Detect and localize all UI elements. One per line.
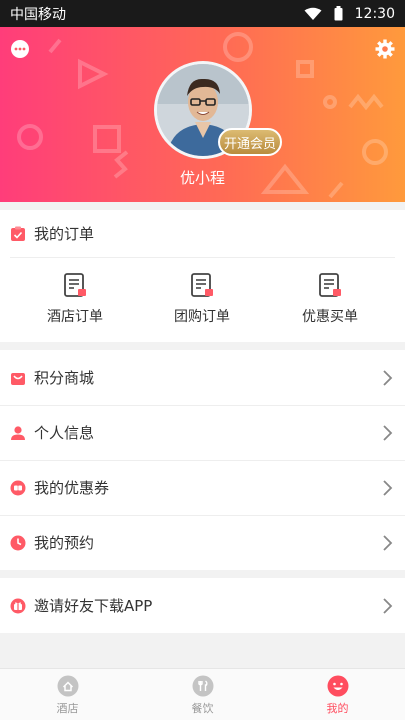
hotel-order-icon bbox=[64, 273, 86, 297]
invite-section: 邀请好友下载APP bbox=[0, 578, 405, 633]
my-orders-title: 我的订单 bbox=[34, 225, 95, 243]
tab-hotel[interactable]: 酒店 bbox=[0, 669, 135, 720]
username: 优小程 bbox=[179, 169, 225, 187]
hotel-tab-icon bbox=[57, 675, 78, 697]
chevron-right-icon bbox=[383, 424, 393, 441]
menu-item-invite-friends[interactable]: 邀请好友下载APP bbox=[0, 578, 405, 633]
menu-item-label: 个人信息 bbox=[34, 424, 95, 442]
menu-list: 积分商城 个人信息 我的优惠券 我的预约 bbox=[0, 350, 405, 570]
discount-pay-icon bbox=[319, 273, 341, 297]
vip-membership-button[interactable]: 开通会员 bbox=[218, 128, 282, 156]
settings-gear-icon[interactable] bbox=[375, 39, 395, 59]
chevron-right-icon bbox=[383, 534, 393, 551]
menu-item-label: 我的预约 bbox=[34, 534, 95, 552]
chevron-right-icon bbox=[383, 369, 393, 386]
tab-label: 餐饮 bbox=[191, 702, 214, 715]
profile-header: 开通会员 优小程 bbox=[0, 27, 405, 202]
tab-mine[interactable]: 我的 bbox=[270, 669, 405, 720]
hotel-order-label: 酒店订单 bbox=[47, 309, 103, 325]
chat-icon[interactable] bbox=[10, 39, 30, 59]
hotel-order-button[interactable]: 酒店订单 bbox=[15, 272, 135, 326]
chevron-right-icon bbox=[383, 597, 393, 614]
carrier-label: 中国移动 bbox=[10, 6, 66, 23]
bottom-tab-bar: 酒店 餐饮 我的 bbox=[0, 668, 405, 720]
menu-item-label: 邀请好友下载APP bbox=[34, 597, 153, 615]
menu-item-appointments[interactable]: 我的预约 bbox=[0, 515, 405, 570]
mall-icon bbox=[11, 372, 25, 385]
chevron-right-icon bbox=[383, 479, 393, 496]
group-order-label: 团购订单 bbox=[174, 309, 230, 325]
dining-tab-icon bbox=[192, 675, 213, 697]
menu-item-label: 我的优惠券 bbox=[34, 479, 110, 497]
discount-pay-button[interactable]: 优惠买单 bbox=[270, 272, 390, 326]
clock-icon bbox=[10, 535, 26, 550]
clipboard-check-icon bbox=[11, 226, 25, 241]
status-bar: 中国移动 12:30 bbox=[0, 0, 405, 27]
menu-item-points-mall[interactable]: 积分商城 bbox=[0, 350, 405, 405]
tab-dining[interactable]: 餐饮 bbox=[135, 669, 270, 720]
mine-tab-icon bbox=[327, 675, 348, 697]
my-orders-header[interactable]: 我的订单 bbox=[10, 210, 395, 258]
discount-pay-label: 优惠买单 bbox=[302, 309, 358, 325]
tab-label: 我的 bbox=[326, 702, 349, 715]
battery-icon bbox=[334, 6, 343, 21]
gift-icon bbox=[10, 598, 26, 613]
orders-section: 我的订单 酒店订单 团购订单 优惠买单 bbox=[0, 210, 405, 342]
wifi-icon bbox=[304, 7, 322, 20]
group-order-icon bbox=[191, 273, 213, 297]
menu-item-label: 积分商城 bbox=[34, 369, 95, 387]
menu-item-coupons[interactable]: 我的优惠券 bbox=[0, 460, 405, 515]
tab-label: 酒店 bbox=[56, 702, 79, 715]
user-icon bbox=[11, 425, 25, 440]
clock-time: 12:30 bbox=[354, 5, 395, 22]
menu-item-personal-info[interactable]: 个人信息 bbox=[0, 405, 405, 460]
group-order-button[interactable]: 团购订单 bbox=[142, 272, 262, 326]
coupon-icon bbox=[10, 480, 26, 495]
